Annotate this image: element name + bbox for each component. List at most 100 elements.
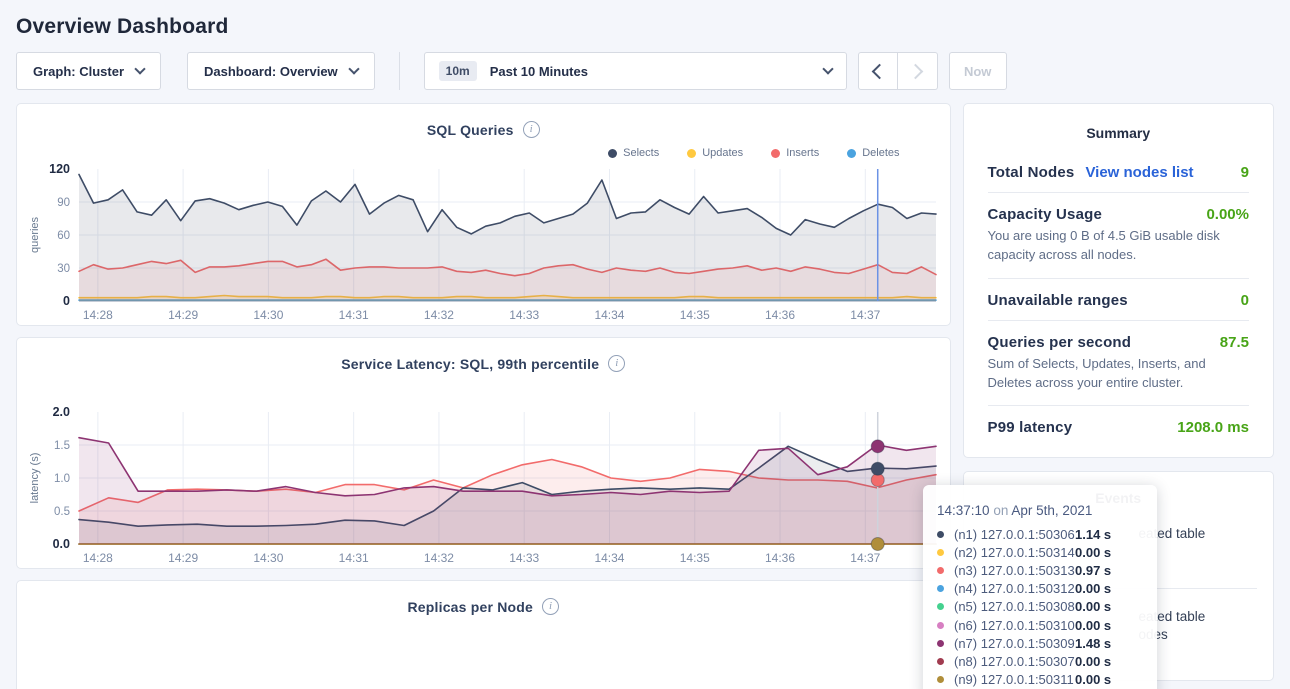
qps-value: 87.5 [1220,334,1249,351]
svg-text:0.5: 0.5 [54,506,70,518]
svg-text:14:28: 14:28 [83,308,113,322]
graph-dropdown[interactable]: Graph: Cluster [16,52,161,90]
service-latency-chart[interactable]: 14:2814:2914:3014:3114:3214:3314:3414:35… [23,404,943,568]
total-nodes-value: 9 [1241,164,1249,181]
sql-queries-legend: Selects Updates Inserts Deletes [17,138,950,161]
svg-text:1.0: 1.0 [54,473,70,485]
now-button[interactable]: Now [949,52,1007,90]
time-range-picker[interactable]: 10m Past 10 Minutes [424,52,847,90]
charts-column: SQL Queries i Selects Updates Inserts Delet… [16,103,951,689]
svg-text:30: 30 [57,263,70,275]
chart-tooltip: 14:37:10 on Apr 5th, 2021 (n1) 127.0.0.1… [923,485,1157,689]
time-prev-button[interactable] [858,52,898,90]
tooltip-node-row: (n5) 127.0.0.1:503080.00 s [937,598,1143,616]
replicas-per-node-panel: Replicas per Node i [16,580,951,689]
tooltip-node-label: (n6) 127.0.0.1:50310 [954,618,1075,633]
svg-text:14:35: 14:35 [680,308,710,322]
tooltip-node-row: (n1) 127.0.0.1:503061.14 s [937,525,1143,543]
svg-text:14:37: 14:37 [850,551,880,565]
tooltip-node-row: (n6) 127.0.0.1:503100.00 s [937,616,1143,634]
node-color-dot [937,567,944,574]
svg-text:14:32: 14:32 [424,308,454,322]
svg-text:14:29: 14:29 [168,551,198,565]
tooltip-node-label: (n3) 127.0.0.1:50313 [954,563,1075,578]
replicas-per-node-title: Replicas per Node [407,599,533,615]
tooltip-node-value: 0.00 s [1075,618,1143,633]
svg-text:0: 0 [63,294,70,308]
info-icon[interactable]: i [608,355,625,372]
tooltip-node-label: (n1) 127.0.0.1:50306 [954,527,1075,542]
time-next-button[interactable] [898,52,938,90]
legend-dot [847,149,856,158]
legend-dot [687,149,696,158]
sql-queries-chart[interactable]: 14:2814:2914:3014:3114:3214:3314:3414:35… [23,161,943,325]
legend-item-deletes: Deletes [847,145,899,161]
node-color-dot [937,549,944,556]
capacity-usage-description: You are using 0 B of 4.5 GiB usable disk… [988,227,1250,278]
legend-item-selects: Selects [608,145,659,161]
node-color-dot [937,676,944,683]
chevron-down-icon [348,63,359,74]
hover-data-dot [871,440,884,453]
qps-label: Queries per second [988,334,1132,351]
time-range-label: Past 10 Minutes [490,64,588,79]
node-color-dot [937,658,944,665]
tooltip-node-row: (n8) 127.0.0.1:503070.00 s [937,652,1143,670]
view-nodes-list-link[interactable]: View nodes list [1085,164,1193,181]
svg-text:14:36: 14:36 [765,551,795,565]
svg-text:2.0: 2.0 [53,405,70,419]
tooltip-node-value: 0.00 s [1075,654,1143,669]
tooltip-node-value: 0.00 s [1075,672,1143,687]
chevron-down-icon [134,63,145,74]
tooltip-node-row: (n4) 127.0.0.1:503120.00 s [937,580,1143,598]
tooltip-node-row: (n2) 127.0.0.1:503140.00 s [937,543,1143,561]
p99-latency-value: 1208.0 ms [1177,419,1249,436]
svg-text:queries: queries [29,216,41,253]
info-icon[interactable]: i [542,598,559,615]
tooltip-node-label: (n9) 127.0.0.1:50311 [954,672,1075,687]
hover-data-dot [871,538,884,551]
service-latency-title: Service Latency: SQL, 99th percentile [341,356,599,372]
total-nodes-label: Total Nodes [988,164,1075,181]
legend-dot [608,149,617,158]
dashboard-dropdown[interactable]: Dashboard: Overview [187,52,375,90]
svg-text:0.0: 0.0 [53,537,70,551]
graph-dropdown-label: Graph: Cluster [33,64,124,79]
info-icon[interactable]: i [523,121,540,138]
summary-panel: Summary Total Nodes View nodes list 9 Ca… [963,103,1275,458]
dashboard-dropdown-label: Dashboard: Overview [204,64,338,79]
tooltip-node-row: (n3) 127.0.0.1:503130.97 s [937,561,1143,579]
node-color-dot [937,585,944,592]
chevron-down-icon [822,63,833,74]
svg-text:14:31: 14:31 [339,308,369,322]
legend-item-inserts: Inserts [771,145,819,161]
svg-text:latency (s): latency (s) [29,453,41,504]
unavailable-ranges-label: Unavailable ranges [988,292,1128,309]
tooltip-node-label: (n4) 127.0.0.1:50312 [954,581,1075,596]
tooltip-node-value: 0.00 s [1075,545,1143,560]
svg-text:14:32: 14:32 [424,551,454,565]
toolbar-divider [399,52,400,90]
tooltip-node-label: (n7) 127.0.0.1:50309 [954,636,1075,651]
tooltip-node-value: 0.00 s [1075,599,1143,614]
qps-description: Sum of Selects, Updates, Inserts, and De… [988,355,1250,406]
svg-text:1.5: 1.5 [54,440,70,452]
service-latency-panel: Service Latency: SQL, 99th percentile i … [16,337,951,569]
chevron-right-icon [907,63,923,79]
tooltip-node-value: 0.97 s [1075,563,1143,578]
p99-latency-label: P99 latency [988,419,1073,436]
tooltip-node-value: 1.14 s [1075,527,1143,542]
sql-queries-title: SQL Queries [427,122,514,138]
summary-row-unavailable-ranges: Unavailable ranges 0 [988,279,1250,320]
tooltip-node-row: (n7) 127.0.0.1:503091.48 s [937,634,1143,652]
tooltip-timestamp: 14:37:10 on Apr 5th, 2021 [937,503,1143,518]
svg-text:14:31: 14:31 [339,551,369,565]
tooltip-node-label: (n8) 127.0.0.1:50307 [954,654,1075,669]
tooltip-node-label: (n5) 127.0.0.1:50308 [954,599,1075,614]
svg-text:60: 60 [57,230,70,242]
svg-text:14:34: 14:34 [594,551,624,565]
legend-item-updates: Updates [687,145,743,161]
summary-row-p99: P99 latency 1208.0 ms [988,406,1250,447]
tooltip-node-value: 1.48 s [1075,636,1143,651]
time-range-badge: 10m [439,61,477,81]
